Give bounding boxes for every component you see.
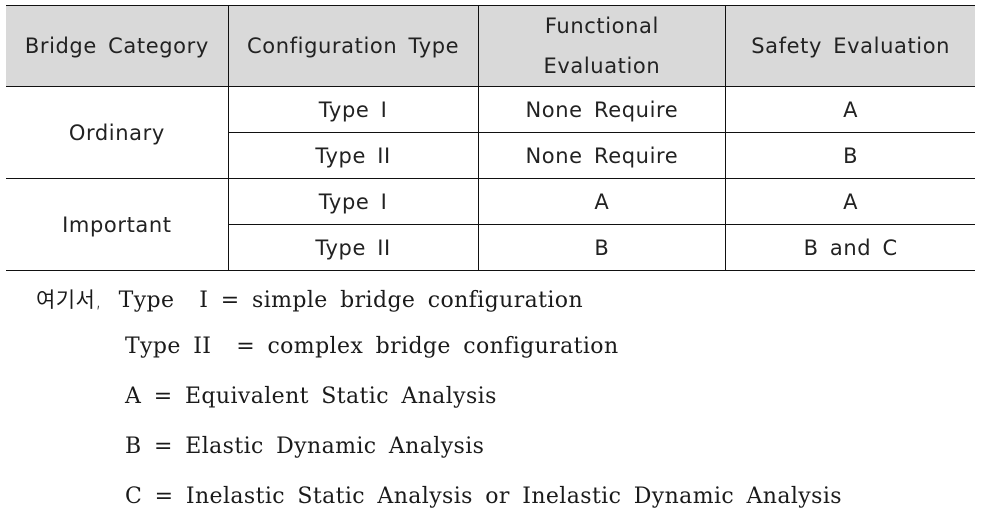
functional-cell: None Require: [477, 86, 727, 133]
legend-separator: =: [236, 334, 256, 359]
table-row: Important Type I A A: [6, 178, 975, 271]
legend-line: 여기서, Type I = simple bridge configuratio…: [36, 284, 583, 314]
header-functional-evaluation: Functional Evaluation: [477, 5, 727, 87]
legend-term: Type I: [118, 288, 209, 313]
legend-term: A: [125, 384, 142, 409]
legend-separator: =: [220, 288, 240, 313]
evaluation-requirements-table: Bridge Category Configuration Type Funct…: [6, 5, 975, 271]
legend-prefix: 여기서,: [36, 288, 103, 312]
configuration-cell: Type I: [227, 178, 479, 225]
header-functional-evaluation-text: Functional Evaluation: [543, 14, 661, 78]
header-bridge-category: Bridge Category: [6, 5, 229, 87]
legend-line: C = Inelastic Static Analysis or Inelast…: [125, 484, 842, 509]
legend-meaning: simple bridge configuration: [252, 288, 584, 313]
configuration-cell: Type II: [228, 224, 479, 271]
category-cell: Ordinary: [6, 86, 229, 179]
functional-cell: None Require: [477, 132, 727, 179]
legend-meaning: complex bridge configuration: [267, 334, 619, 359]
legend-meaning: Elastic Dynamic Analysis: [185, 434, 485, 459]
table-header-row: Bridge Category Configuration Type Funct…: [6, 5, 975, 87]
table-row: Ordinary Type I None Require A: [6, 86, 975, 179]
safety-cell: A: [725, 178, 975, 225]
legend-line: B = Elastic Dynamic Analysis: [125, 434, 484, 459]
configuration-cell: Type II: [228, 132, 479, 179]
configuration-cell: Type I: [227, 86, 479, 133]
legend-separator: =: [154, 484, 174, 509]
legend-line: Type II = complex bridge configuration: [125, 334, 619, 359]
legend-line: A = Equivalent Static Analysis: [125, 384, 497, 409]
legend-term: B: [125, 434, 142, 459]
safety-cell: B and C: [725, 224, 975, 271]
legend-term: C: [125, 484, 143, 509]
legend-separator: =: [153, 384, 173, 409]
header-configuration-type: Configuration Type: [227, 5, 479, 87]
legend-meaning: Equivalent Static Analysis: [184, 384, 497, 409]
header-safety-evaluation: Safety Evaluation: [725, 5, 975, 87]
legend-separator: =: [153, 434, 173, 459]
functional-cell: B: [477, 224, 727, 271]
legend-meaning: Inelastic Static Analysis or Inelastic D…: [185, 484, 842, 509]
functional-cell: A: [477, 178, 727, 225]
legend-term: Type II: [125, 334, 224, 359]
safety-cell: B: [725, 132, 975, 179]
category-cell: Important: [6, 178, 229, 271]
safety-cell: A: [725, 86, 975, 133]
